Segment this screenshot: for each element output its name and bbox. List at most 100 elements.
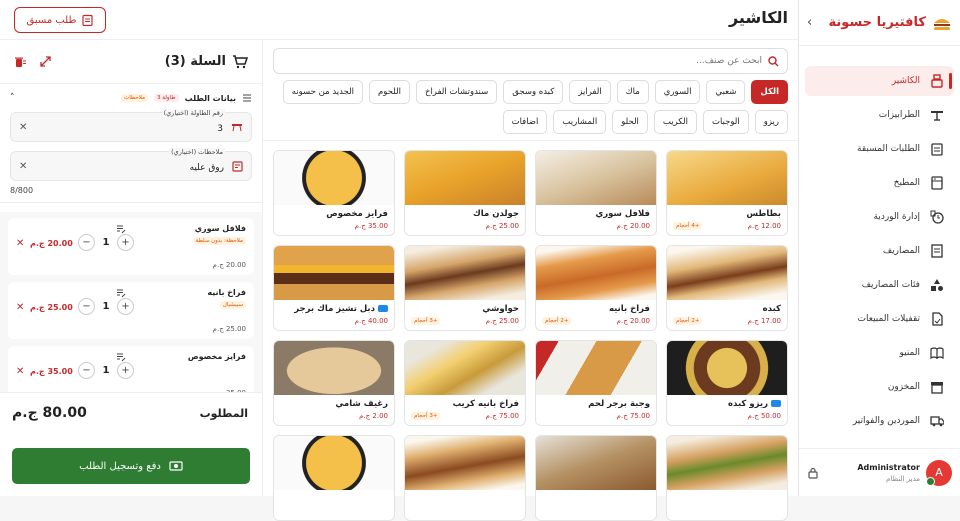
category-chip[interactable]: السوري — [654, 80, 701, 104]
category-chip[interactable]: المشاريب — [553, 110, 607, 134]
product-card[interactable]: فلافل سوري 20.00 ج.م — [535, 150, 657, 236]
quantity-stepper: −1 + — [78, 234, 134, 251]
category-chip[interactable]: سندوتشات الفراخ — [415, 80, 498, 104]
collapse-chevron-icon[interactable]: › — [807, 15, 812, 30]
collapse-chevron-icon[interactable]: ˄ — [10, 93, 15, 103]
cart-summary: المطلوب 80.00 ج.م دفع وتسجيل الطلب — [0, 392, 262, 496]
expand-icon[interactable] — [40, 55, 51, 67]
product-card[interactable]: دبل تشيز ماك برجر 40.00 ج.م — [273, 245, 395, 331]
category-chip[interactable]: الحلو — [612, 110, 648, 134]
clear-icon[interactable]: ✕ — [19, 122, 27, 133]
cart-item-total: 25.00 ج.م — [30, 303, 73, 312]
category-chip[interactable]: ماك — [616, 80, 649, 104]
category-chip[interactable]: الكل — [751, 80, 788, 104]
cash-icon — [169, 461, 183, 471]
product-card[interactable]: ريزو كبده 50.00 ج.م — [666, 340, 788, 426]
product-image — [536, 151, 656, 205]
product-price: 20.00 ج.م — [616, 222, 650, 230]
product-price: 12.00 ج.م — [747, 222, 781, 230]
sidebar-item-2[interactable]: الطلبات المسبقة — [805, 134, 954, 164]
product-image — [536, 341, 656, 395]
remove-item-icon[interactable]: ✕ — [16, 238, 24, 249]
decrement-button[interactable]: − — [78, 234, 95, 251]
sidebar-item-1[interactable]: الطرابيزات — [805, 100, 954, 130]
table-pill: طاولة 3 — [154, 94, 179, 102]
category-chip[interactable]: ريزو — [754, 110, 788, 134]
edit-note-icon[interactable] — [116, 288, 126, 298]
decrement-button[interactable]: − — [78, 298, 95, 315]
increment-button[interactable]: + — [117, 298, 134, 315]
edit-note-icon[interactable] — [116, 224, 126, 234]
category-chip[interactable]: اضافات — [502, 110, 548, 134]
category-chip[interactable]: اللحوم — [369, 80, 410, 104]
product-price: 35.00 ج.م — [354, 222, 388, 230]
sidebar-item-0[interactable]: الكاشير — [805, 66, 954, 96]
user-name: Administrator — [857, 462, 920, 472]
sidebar-item-6[interactable]: فئات المصاريف — [805, 270, 954, 300]
product-card[interactable]: كبده 17.00 ج.م +2 أحجام — [666, 245, 788, 331]
product-card[interactable] — [666, 435, 788, 521]
sidebar-item-label: الطلبات المسبقة — [857, 144, 920, 154]
avatar[interactable]: A — [926, 459, 952, 486]
edit-note-icon[interactable] — [116, 352, 126, 362]
sidebar-item-9[interactable]: المخزون — [805, 372, 954, 402]
category-chip[interactable]: الفرايز — [569, 80, 611, 104]
sizes-badge: +3 أحجام — [411, 412, 441, 420]
brand: كافتيريا حسونة › — [799, 0, 960, 46]
product-card[interactable]: رغيف شامي 2.00 ج.م — [273, 340, 395, 426]
product-card[interactable] — [404, 435, 526, 521]
table-number-value: 3 — [217, 124, 223, 134]
sidebar-item-8[interactable]: المنيو — [805, 338, 954, 368]
category-chip[interactable]: كبده وسجق — [503, 80, 564, 104]
product-card[interactable]: فراخ بانيه 20.00 ج.م +2 أحجام — [535, 245, 657, 331]
categories-icon — [930, 278, 944, 292]
notes-field[interactable]: ملاحظات (اختياري) روق عليه ✕ — [10, 148, 252, 181]
product-price: 50.00 ج.م — [747, 412, 781, 420]
top-header: الكاشير طلب مسبق — [0, 0, 798, 40]
sidebar-item-4[interactable]: إدارة الوردية — [805, 202, 954, 232]
preorder-button[interactable]: طلب مسبق — [14, 7, 106, 33]
pay-button[interactable]: دفع وتسجيل الطلب — [12, 448, 250, 484]
divider — [263, 140, 798, 141]
product-card[interactable]: فرايز مخصوص 35.00 ج.م — [273, 150, 395, 236]
remove-item-icon[interactable]: ✕ — [16, 302, 24, 313]
lock-icon[interactable] — [807, 467, 819, 479]
sidebar-item-label: الكاشير — [891, 76, 920, 86]
product-card[interactable]: فراخ بانيه كريب 75.00 ج.م +3 أحجام — [404, 340, 526, 426]
preorder-label: طلب مسبق — [26, 14, 77, 26]
product-card[interactable]: جولدن ماك 25.00 ج.م — [404, 150, 526, 236]
notes-pill: ملاحظات — [121, 94, 149, 102]
product-card[interactable]: حواوشي 25.00 ج.م +3 أحجام — [404, 245, 526, 331]
category-chip[interactable]: شعبي — [706, 80, 746, 104]
category-chip[interactable]: الجديد من حسونه — [282, 80, 364, 104]
order-info: بيانات الطلب طاولة 3 ملاحظات ˄ رقم الطاو… — [0, 84, 262, 203]
increment-button[interactable]: + — [117, 362, 134, 379]
category-chip[interactable]: الوجبات — [702, 110, 749, 134]
clear-icon[interactable]: ✕ — [19, 161, 27, 172]
product-card[interactable]: بطاطس 12.00 ج.م +4 أحجام — [666, 150, 788, 236]
product-image — [274, 151, 394, 205]
sidebar-item-3[interactable]: المطبخ — [805, 168, 954, 198]
sidebar-item-7[interactable]: تقفيلات المبيعات — [805, 304, 954, 334]
product-card[interactable] — [273, 435, 395, 521]
category-chip[interactable]: الكريب — [653, 110, 697, 134]
table-number-field[interactable]: رقم الطاولة (اختياري) 3 ✕ — [10, 109, 252, 142]
clipboard-icon — [82, 14, 94, 26]
product-name: بطاطس — [746, 209, 781, 219]
sizes-badge: +2 أحجام — [542, 317, 572, 325]
search-box[interactable] — [273, 48, 788, 74]
sidebar-item-5[interactable]: المصاريف — [805, 236, 954, 266]
sidebar-item-10[interactable]: الموردين والفواتير — [805, 406, 954, 436]
clear-cart-icon[interactable] — [14, 56, 26, 68]
product-grid: بطاطس 12.00 ج.م +4 أحجام فلافل سوري 20.00 ج.… — [273, 150, 788, 521]
product-price: 40.00 ج.م — [354, 317, 388, 325]
burger-logo-icon — [934, 18, 950, 30]
remove-item-icon[interactable]: ✕ — [16, 366, 24, 377]
sizes-badge: +4 أحجام — [673, 222, 703, 230]
increment-button[interactable]: + — [117, 234, 134, 251]
product-card[interactable]: وجبة برجر لحم 75.00 ج.م — [535, 340, 657, 426]
new-tag-icon — [771, 400, 781, 407]
product-card[interactable] — [535, 435, 657, 521]
decrement-button[interactable]: − — [78, 362, 95, 379]
search-input[interactable] — [282, 56, 762, 66]
